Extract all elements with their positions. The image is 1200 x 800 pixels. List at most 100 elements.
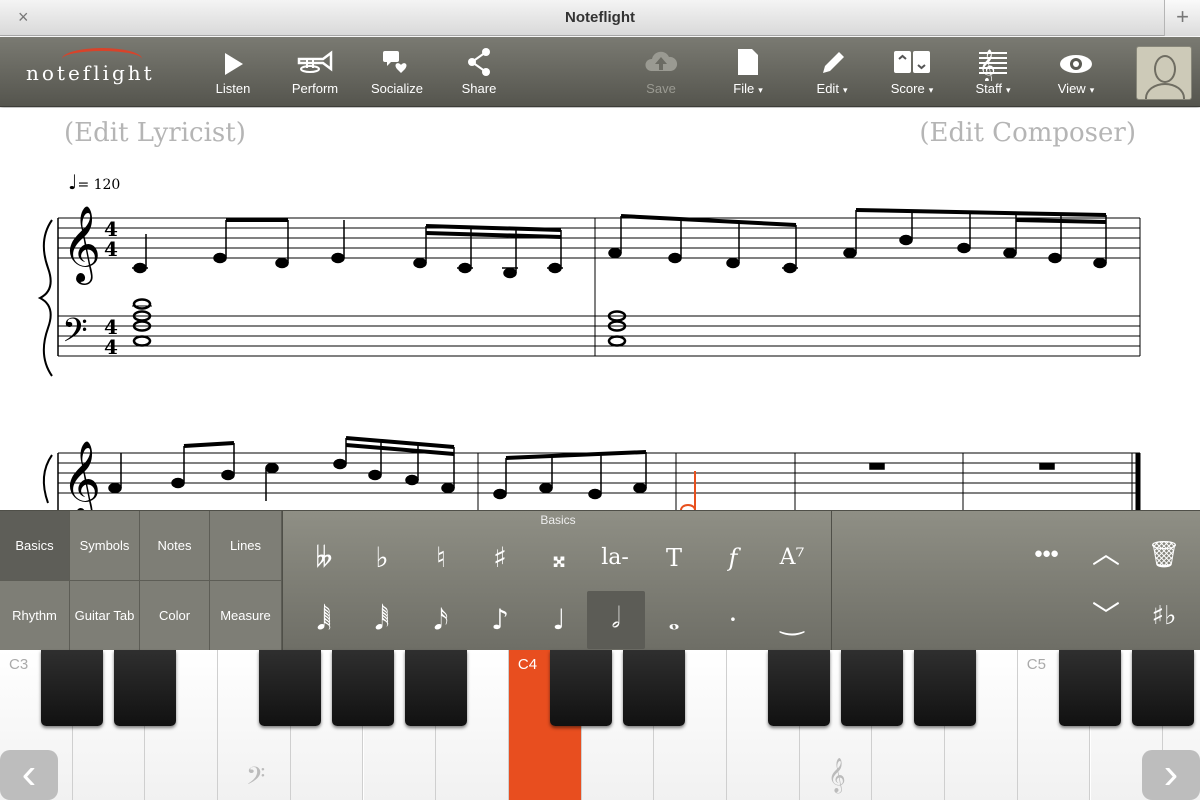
svg-text:4: 4 [104,335,118,359]
score-canvas[interactable]: (Edit Lyricist) (Edit Composer) ♩= 120 𝄞 [0,108,1200,510]
socialize-label: Socialize [370,81,424,96]
score-label: Score ▾ [890,81,934,96]
chevron-down-icon: ▾ [842,85,848,95]
avatar-head [1154,55,1176,83]
64th-note-icon[interactable]: 𝅘𝅥𝅲 [295,593,353,647]
double-flat-icon[interactable]: 𝄫 [295,531,353,585]
black-key[interactable] [768,650,830,726]
file-label: File ▾ [733,81,763,96]
key-label-c4: C4 [517,656,538,673]
bass-clef-icon: 𝄢 [246,762,266,797]
perform-label: Perform [291,81,339,96]
close-icon[interactable]: × [18,0,29,36]
perform-button[interactable]: Perform [275,37,355,107]
tab-color[interactable]: Color [140,581,210,651]
whole-note-icon[interactable]: 𝅝 [645,593,703,647]
pencil-icon [823,52,844,73]
chevron-down-icon: ▾ [758,85,763,95]
black-key[interactable] [550,650,612,726]
tab-basics[interactable]: Basics [0,511,70,581]
sharp-icon[interactable]: ♯ [471,531,529,585]
view-label: View ▾ [1057,81,1095,96]
window-title-bar: × Noteflight + [0,0,1200,36]
double-sharp-icon[interactable]: 𝄪 [530,531,588,585]
natural-icon[interactable]: ♮ [412,531,470,585]
black-key[interactable] [1132,650,1194,726]
view-menu-button[interactable]: View ▾ [1036,37,1116,107]
quarter-note-icon[interactable]: ♩ [530,593,588,647]
chat-heart-icon [383,51,407,73]
cloud-upload-icon [645,51,678,71]
black-key[interactable] [623,650,685,726]
save-button[interactable]: Save [621,37,701,107]
music-staves: 𝄞 𝄢 𝄞 44 44 [37,205,1141,510]
chevron-up-icon[interactable]: ︿ [1081,529,1131,579]
text-button[interactable]: T [645,531,703,585]
staff-menu-button[interactable]: 𝄞 Staff ▾ [953,37,1033,107]
edit-menu-button[interactable]: Edit ▾ [792,37,872,107]
black-key[interactable] [259,650,321,726]
trumpet-icon [297,50,333,73]
file-icon [738,49,758,75]
svg-text:𝄞: 𝄞 [62,205,101,285]
32nd-note-icon[interactable]: 𝅘𝅥𝅱 [353,593,411,647]
edit-label: Edit ▾ [816,81,848,96]
tab-notes[interactable]: Notes [140,511,210,581]
svg-text:𝄞: 𝄞 [62,440,101,510]
chevron-down-icon[interactable]: ﹀ [1081,591,1131,641]
eighth-note-icon[interactable]: ♪ [471,593,529,647]
user-avatar[interactable] [1136,46,1192,100]
black-key[interactable] [841,650,903,726]
svg-text:4: 4 [104,237,118,261]
half-note-icon[interactable]: 𝅗𝅥 [587,591,645,649]
chord-symbol-button[interactable]: A⁷ [763,531,821,585]
dot-icon[interactable]: · [704,593,762,647]
noteflight-logo[interactable]: noteflight [26,61,155,85]
lyric-button[interactable]: la- [586,531,644,585]
eye-icon [1060,55,1092,73]
flat-icon[interactable]: ♭ [353,531,411,585]
dynamic-button[interactable]: f [704,531,762,585]
file-menu-button[interactable]: File ▾ [708,37,788,107]
tab-measure[interactable]: Measure [210,581,282,651]
listen-button[interactable]: Listen [193,37,273,107]
save-label: Save [646,81,676,96]
piano-keyboard: C3 C4 C5 𝄢 𝄞 ‹ › [0,650,1200,800]
tab-guitar-tab[interactable]: Guitar Tab [70,581,140,651]
share-icon [468,48,490,76]
16th-note-icon[interactable]: 𝅘𝅥𝅯 [412,593,470,647]
basics-panel: Basics 𝄫 ♭ ♮ ♯ 𝄪 la- T f A⁷ 𝅘𝅥𝅲 𝅘𝅥𝅱 𝅘𝅥𝅯 … [282,511,832,651]
chevron-down-icon: ▾ [1005,85,1011,95]
listen-label: Listen [215,81,251,96]
scroll-right-icon[interactable]: › [1142,750,1200,800]
tie-icon[interactable]: ‿ [763,593,821,647]
socialize-button[interactable]: Socialize [357,37,437,107]
black-key[interactable] [114,650,176,726]
treble-clef-icon: 𝄞 [828,758,846,793]
new-tab-icon[interactable]: + [1164,0,1200,36]
palette-title: Basics [540,513,576,527]
key-label-c3: C3 [9,656,29,673]
key-label-c5: C5 [1026,656,1046,673]
black-key[interactable] [41,650,103,726]
score-menu-button[interactable]: Score ▾ [872,37,952,107]
chevron-down-icon: ▾ [1089,85,1095,95]
scroll-left-icon[interactable]: ‹ [0,750,58,800]
main-toolbar: noteflight Listen Perform Socialize Shar… [0,37,1200,107]
palette-controls: ●●● ︿ 🗑 ﹀ ♯♭ [833,511,1200,651]
black-key[interactable] [332,650,394,726]
staff-label: Staff ▾ [975,81,1011,96]
tab-symbols[interactable]: Symbols [70,511,140,581]
play-icon [225,53,243,75]
svg-text:𝄢: 𝄢 [62,312,88,358]
black-key[interactable] [405,650,467,726]
tab-rhythm[interactable]: Rhythm [0,581,70,651]
black-key[interactable] [1059,650,1121,726]
share-button[interactable]: Share [439,37,519,107]
black-key[interactable] [914,650,976,726]
tab-lines[interactable]: Lines [210,511,282,581]
more-options-icon[interactable]: ●●● [1021,529,1071,579]
enharmonic-icon[interactable]: ♯♭ [1139,591,1189,641]
trash-icon[interactable]: 🗑 [1139,529,1189,579]
staff-icon: 𝄞 [979,49,1007,81]
